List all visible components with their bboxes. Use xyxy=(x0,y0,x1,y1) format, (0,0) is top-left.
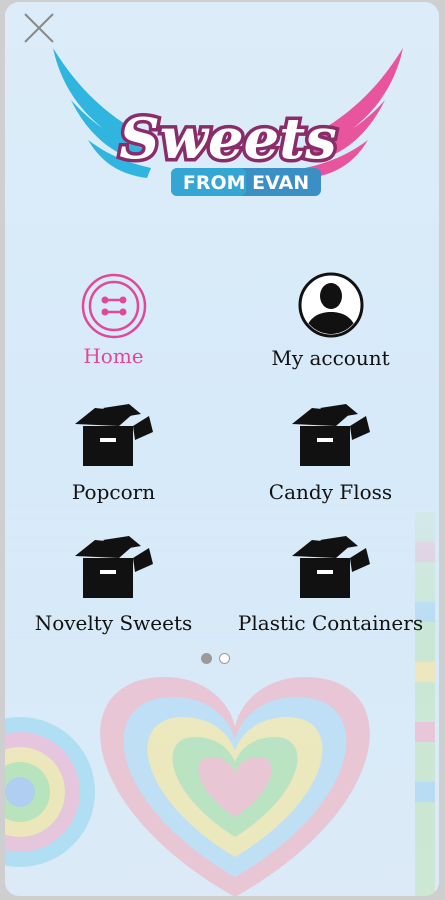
menu-item-popcorn[interactable]: Popcorn xyxy=(5,396,222,506)
box-icon xyxy=(291,536,370,598)
menu-item-candy-floss-label: Candy Floss xyxy=(268,480,393,504)
logo-subtitle: FROM EVAN xyxy=(183,172,309,194)
menu-item-plastic-containers-label: Plastic Containers xyxy=(237,611,424,635)
menu-item-plastic-containers[interactable]: Plastic Containers xyxy=(222,528,439,638)
sweets-from-evan-logo: Sweets FROM EVAN xyxy=(53,48,403,196)
menu-item-novelty-sweets[interactable]: Novelty Sweets xyxy=(5,528,222,638)
box-icon xyxy=(74,404,153,466)
menu-item-novelty-sweets-label: Novelty Sweets xyxy=(34,611,193,635)
box-icon xyxy=(291,404,370,466)
home-icon xyxy=(81,273,146,339)
logo-title: Sweets xyxy=(119,106,336,172)
menu-item-candy-floss[interactable]: Candy Floss xyxy=(222,396,439,506)
menu-item-my-account[interactable]: My account xyxy=(222,264,439,374)
page-dot-active[interactable] xyxy=(201,653,212,664)
box-icon xyxy=(74,536,153,598)
user-icon xyxy=(298,272,363,338)
menu-item-home-label: Home xyxy=(83,344,144,368)
menu-item-popcorn-label: Popcorn xyxy=(71,480,156,504)
menu-item-home[interactable]: Home xyxy=(5,264,222,374)
page-dot[interactable] xyxy=(219,653,230,664)
menu-item-my-account-label: My account xyxy=(271,346,390,370)
menu-panel: Sweets FROM EVAN Home My account Popcorn… xyxy=(5,2,439,896)
